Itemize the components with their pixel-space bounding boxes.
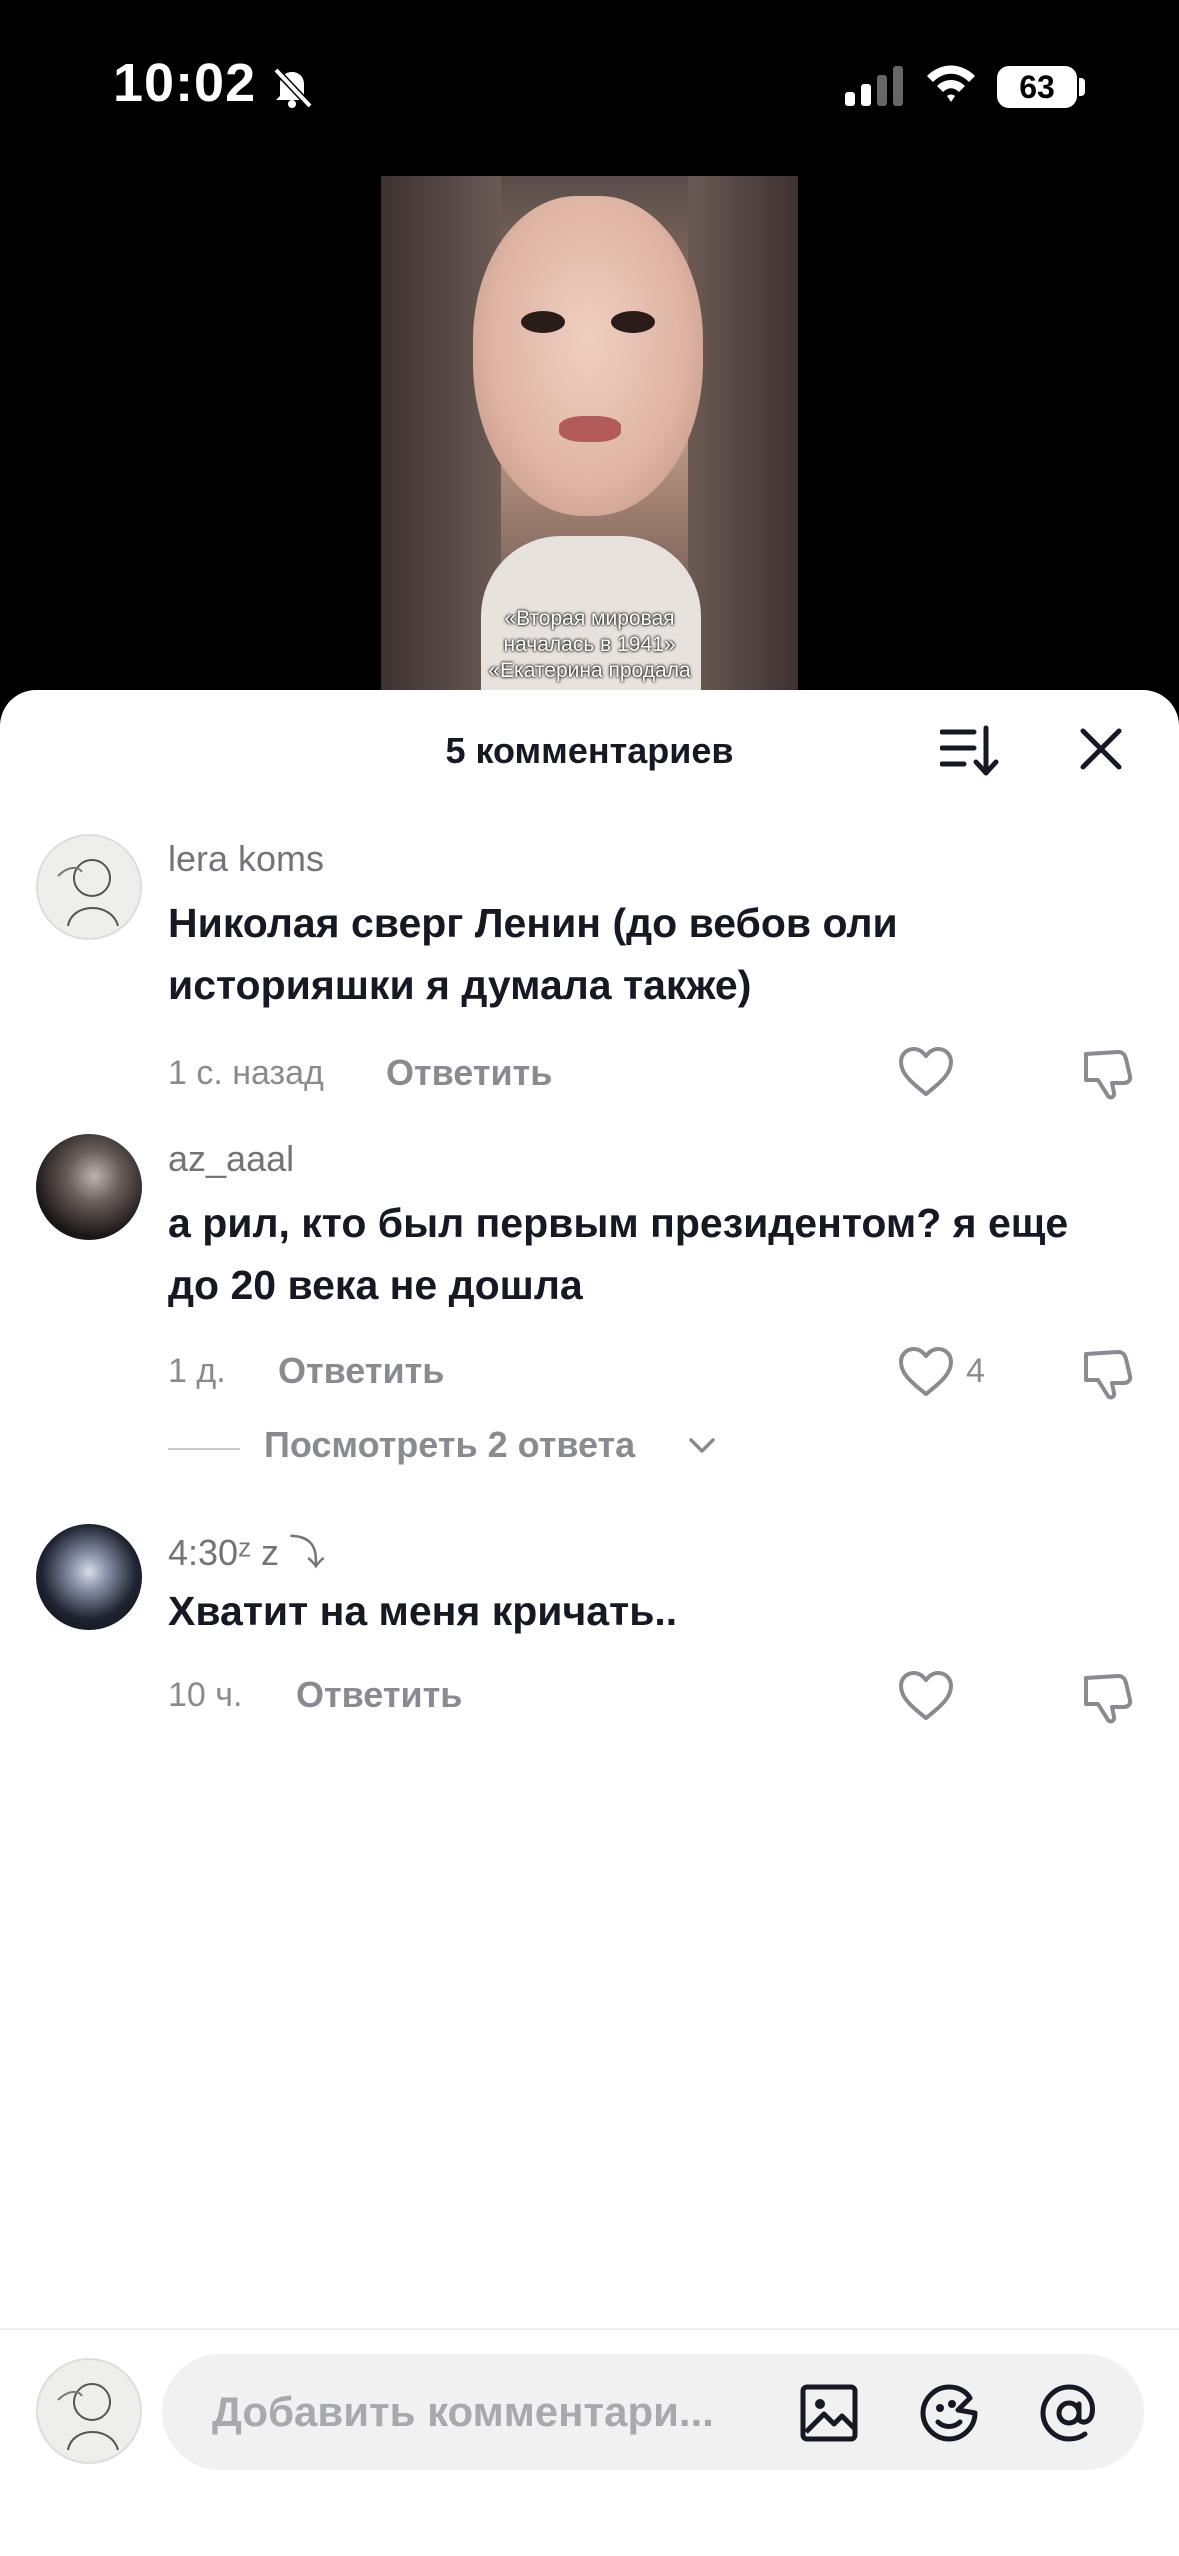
comment-input[interactable]: Добавить комментари...: [162, 2354, 1144, 2470]
signal-icon: [845, 66, 903, 106]
reply-button[interactable]: Ответить: [278, 1350, 444, 1392]
view-replies-label: Посмотреть 2 ответа: [264, 1424, 636, 1465]
comment-time: 10 ч.: [168, 1676, 243, 1714]
avatar-sketch-icon: [57, 2383, 119, 2451]
video-preview[interactable]: «Вторая мировая началась в 1941» «Екатер…: [381, 176, 798, 696]
emoji-icon[interactable]: [918, 2382, 980, 2444]
sort-icon[interactable]: [940, 724, 1000, 778]
video-face: [473, 196, 703, 516]
reply-button[interactable]: Ответить: [386, 1052, 552, 1094]
avatar-sketch-icon: [57, 859, 119, 927]
comment-text: а рил, кто был первым президентом? я еще…: [168, 1200, 1069, 1308]
video-mouth: [559, 416, 621, 442]
video-eye-right: [611, 311, 655, 333]
dislike-icon[interactable]: [1080, 1046, 1134, 1100]
mention-icon[interactable]: [1038, 2382, 1100, 2444]
status-time: 10:02: [113, 53, 257, 113]
dislike-icon[interactable]: [1080, 1346, 1134, 1400]
comment-time: 1 д.: [168, 1352, 226, 1390]
like-count: 4: [966, 1352, 985, 1390]
close-icon[interactable]: [1078, 726, 1124, 772]
video-caption-line: «Вторая мировая: [504, 607, 675, 630]
avatar[interactable]: [36, 834, 142, 940]
input-divider: [0, 2328, 1179, 2330]
comment-text: Хватит на меня кричать..: [168, 1588, 678, 1634]
image-icon[interactable]: [798, 2382, 860, 2444]
comment-input-placeholder: Добавить комментари...: [212, 2388, 714, 2435]
comment-username[interactable]: 4:30ᶻ z ⤵: [168, 1524, 325, 1576]
heart-icon[interactable]: [898, 1670, 954, 1722]
video-eye-left: [521, 311, 565, 333]
video-caption-line: началась в 1941»: [503, 633, 676, 656]
chevron-down-icon: [689, 1438, 715, 1453]
dislike-icon[interactable]: [1080, 1670, 1134, 1724]
heart-icon[interactable]: [898, 1046, 954, 1098]
heart-icon[interactable]: [898, 1346, 954, 1398]
avatar[interactable]: [36, 1524, 142, 1630]
video-caption-line: «Екатерина продала: [488, 659, 691, 682]
battery-cap: [1079, 78, 1085, 96]
reply-button[interactable]: Ответить: [296, 1674, 462, 1716]
avatar[interactable]: [36, 1134, 142, 1240]
wifi-icon: [927, 65, 975, 102]
current-user-avatar: [36, 2358, 142, 2464]
comment-username[interactable]: lera koms: [168, 838, 324, 880]
comment-username[interactable]: az_aaal: [168, 1138, 294, 1180]
view-replies-divider: [168, 1448, 240, 1450]
status-bar: 10:02 63: [0, 0, 1179, 170]
bell-slash-icon: [273, 67, 313, 109]
comment-text: Николая сверг Ленин (до вебов оли истори…: [168, 900, 898, 1008]
battery-indicator: 63: [997, 66, 1077, 108]
comment-time: 1 с. назад: [168, 1054, 324, 1092]
comments-count-title: 5 комментариев: [445, 730, 734, 771]
